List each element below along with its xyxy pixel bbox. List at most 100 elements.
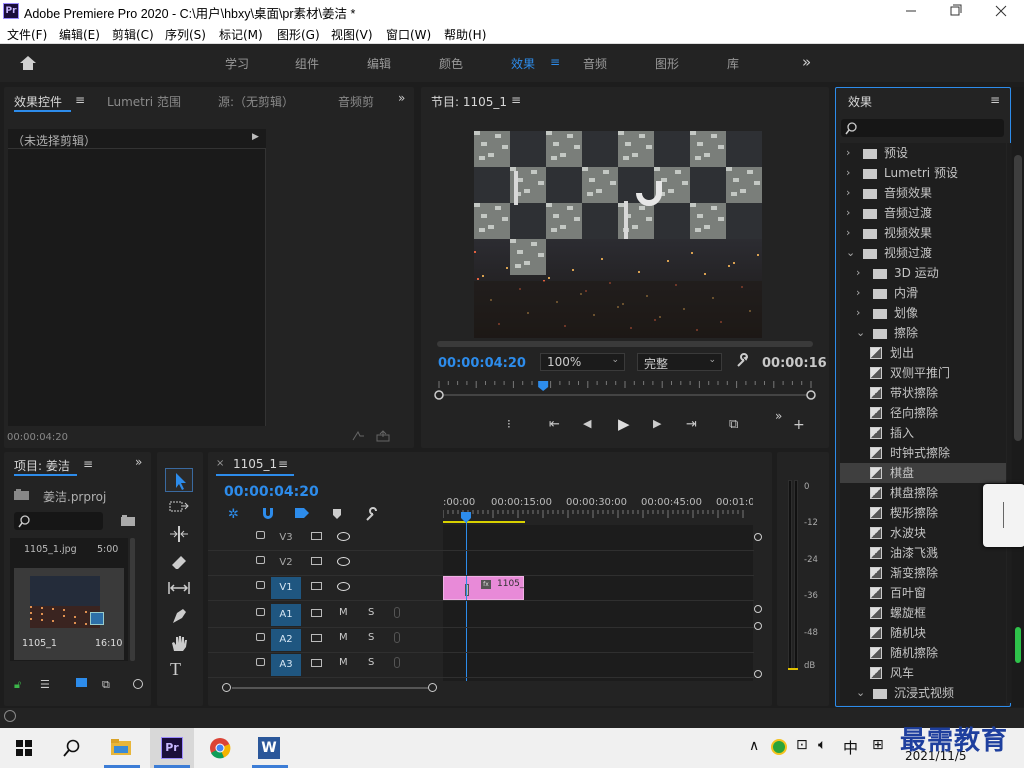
go-to-in-icon[interactable]: ⇤ bbox=[549, 417, 560, 432]
effect-item[interactable]: 螺旋框 bbox=[840, 603, 1006, 623]
project-search-box[interactable] bbox=[14, 512, 103, 530]
timeline-settings-wrench-icon[interactable] bbox=[364, 507, 380, 523]
volume-icon[interactable]: 🔈︎ bbox=[818, 737, 826, 753]
effect-folder[interactable]: ⌄ 视频过渡 bbox=[840, 243, 1006, 263]
mark-in-icon[interactable]: ⁝ bbox=[507, 417, 511, 431]
toggle-sync-lock-icon[interactable] bbox=[311, 609, 322, 617]
program-playhead-timecode[interactable]: 00:00:04:20 bbox=[438, 356, 526, 371]
toggle-sync-lock-icon[interactable] bbox=[311, 532, 322, 540]
menu-help[interactable]: 帮助(H) bbox=[444, 26, 486, 43]
workspace-learn[interactable]: 学习 bbox=[225, 55, 249, 72]
tab-source[interactable]: 源:（无剪辑） bbox=[218, 93, 294, 110]
project-menu-icon[interactable]: ≡ bbox=[83, 457, 93, 471]
word-icon[interactable]: W bbox=[258, 737, 280, 759]
project-item-top-name[interactable]: 1105_1.jpg bbox=[24, 544, 77, 555]
tab-audio-clip-mixer[interactable]: 音频剪 bbox=[338, 93, 376, 110]
track-scrollbar-v1[interactable] bbox=[754, 533, 762, 613]
mute-button[interactable]: M bbox=[339, 607, 348, 618]
chevron-down-icon[interactable]: ⌄ bbox=[856, 683, 865, 703]
effect-folder[interactable]: ⌄ 沉浸式视频 bbox=[840, 683, 1006, 703]
timeline-ruler[interactable]: :00:00 00:00:15:00 00:00:30:00 00:00:45:00 0… bbox=[443, 490, 753, 524]
workspace-graphics[interactable]: 图形 bbox=[655, 55, 679, 72]
hand-tool-icon[interactable] bbox=[169, 634, 189, 652]
lock-icon[interactable]: 🔓︎ bbox=[14, 678, 21, 692]
wrench-icon[interactable] bbox=[735, 353, 751, 369]
effect-folder[interactable]: › 预设 bbox=[840, 143, 1006, 163]
effect-folder[interactable]: › 音频过渡 bbox=[840, 203, 1006, 223]
chevron-right-icon[interactable]: › bbox=[846, 163, 850, 183]
chevron-right-icon[interactable]: › bbox=[846, 183, 850, 203]
toggle-sync-lock-icon[interactable] bbox=[311, 659, 322, 667]
icon-view-icon[interactable] bbox=[76, 678, 87, 687]
maximize-button[interactable] bbox=[942, 0, 968, 22]
nest-toggle-icon[interactable]: ✲ bbox=[228, 507, 239, 522]
tab-effect-controls[interactable]: 效果控件 bbox=[14, 93, 62, 110]
track-target-a2[interactable]: A2 bbox=[271, 629, 301, 651]
effect-item[interactable]: 双侧平推门 bbox=[840, 363, 1006, 383]
close-tab-icon[interactable]: × bbox=[216, 458, 224, 469]
tab-lumetri-scopes[interactable]: Lumetri 范围 bbox=[107, 93, 181, 110]
eye-icon[interactable] bbox=[337, 532, 350, 541]
scroll-thumb[interactable] bbox=[1014, 155, 1022, 441]
new-bin-icon[interactable] bbox=[121, 515, 136, 527]
track-lock-icon[interactable] bbox=[256, 556, 265, 564]
menu-graphics[interactable]: 图形(G) bbox=[277, 26, 320, 43]
chevron-right-icon[interactable]: › bbox=[856, 283, 860, 303]
effect-folder[interactable]: › 视频效果 bbox=[840, 223, 1006, 243]
chevron-right-icon[interactable]: › bbox=[846, 203, 850, 223]
ripple-edit-tool-icon[interactable] bbox=[169, 526, 189, 542]
toggle-sync-lock-icon[interactable] bbox=[311, 557, 322, 565]
minimize-button[interactable] bbox=[898, 0, 924, 22]
workspace-color[interactable]: 颜色 bbox=[439, 55, 463, 72]
timeline-timecode[interactable]: 00:00:04:20 bbox=[224, 484, 319, 500]
freeform-view-icon[interactable]: ⧉ bbox=[102, 678, 110, 692]
project-item-card[interactable]: 1105_1 16:10 bbox=[14, 568, 124, 660]
effect-folder[interactable]: › Lumetri 预设 bbox=[840, 163, 1006, 183]
menu-sequence[interactable]: 序列(S) bbox=[165, 26, 206, 43]
play-icon[interactable]: ▶ bbox=[618, 415, 630, 433]
export-frame-icon[interactable] bbox=[352, 430, 366, 442]
linked-selection-icon[interactable] bbox=[294, 506, 310, 520]
selection-tool-icon[interactable] bbox=[165, 468, 193, 492]
effect-item[interactable]: 随机擦除 bbox=[840, 643, 1006, 663]
mute-button[interactable]: M bbox=[339, 632, 348, 643]
type-tool-icon[interactable]: T bbox=[170, 659, 181, 680]
premiere-taskbar-icon[interactable]: Pr bbox=[150, 728, 194, 768]
effect-item[interactable]: 楔形擦除 bbox=[840, 503, 1006, 523]
tab-menu-icon[interactable]: ≡ bbox=[75, 93, 85, 107]
menu-window[interactable]: 窗口(W) bbox=[386, 26, 431, 43]
zoom-dropdown[interactable]: 100% ⌄ bbox=[540, 353, 625, 371]
chevron-right-icon[interactable]: › bbox=[856, 303, 860, 323]
effect-item[interactable]: 时钟式擦除 bbox=[840, 443, 1006, 463]
track-lock-icon[interactable] bbox=[256, 633, 265, 641]
menu-view[interactable]: 视图(V) bbox=[331, 26, 373, 43]
track-lock-icon[interactable] bbox=[256, 581, 265, 589]
quality-dropdown[interactable]: 完整 ⌄ bbox=[637, 353, 722, 371]
track-target-a1[interactable]: A1 bbox=[271, 604, 301, 626]
tray-green-app-icon[interactable] bbox=[771, 739, 787, 755]
effect-folder[interactable]: › 音频效果 bbox=[840, 183, 1006, 203]
track-select-tool-icon[interactable] bbox=[169, 500, 189, 514]
toggle-sync-lock-icon[interactable] bbox=[311, 582, 322, 590]
track-target-a3[interactable]: A3 bbox=[271, 654, 301, 676]
effect-item[interactable]: 棋盘 bbox=[840, 463, 1006, 483]
chevron-down-icon[interactable]: ⌄ bbox=[856, 323, 865, 343]
network-icon[interactable]: ⊡ bbox=[796, 737, 808, 753]
snap-icon[interactable] bbox=[261, 506, 275, 520]
eye-icon[interactable] bbox=[337, 557, 350, 566]
timeline-horizontal-scrollbar[interactable] bbox=[222, 683, 746, 693]
timeline-menu-icon[interactable]: ≡ bbox=[278, 457, 288, 471]
effect-item[interactable]: 风车 bbox=[840, 663, 1006, 683]
effect-item[interactable]: 随机块 bbox=[840, 623, 1006, 643]
ime-mode-icon[interactable]: ⊞ bbox=[872, 737, 884, 753]
mute-button[interactable]: M bbox=[339, 657, 348, 668]
step-forward-icon[interactable]: ▶ bbox=[653, 417, 661, 430]
workspace-editing[interactable]: 编辑 bbox=[367, 55, 391, 72]
overflow-chevron-icon[interactable]: » bbox=[802, 53, 811, 71]
panel-overflow-icon[interactable]: » bbox=[398, 91, 405, 105]
pen-tool-icon[interactable] bbox=[169, 607, 189, 625]
workspace-audio[interactable]: 音频 bbox=[583, 55, 607, 72]
share-icon[interactable] bbox=[376, 430, 390, 442]
track-lock-icon[interactable] bbox=[256, 531, 265, 539]
menu-edit[interactable]: 编辑(E) bbox=[59, 26, 100, 43]
